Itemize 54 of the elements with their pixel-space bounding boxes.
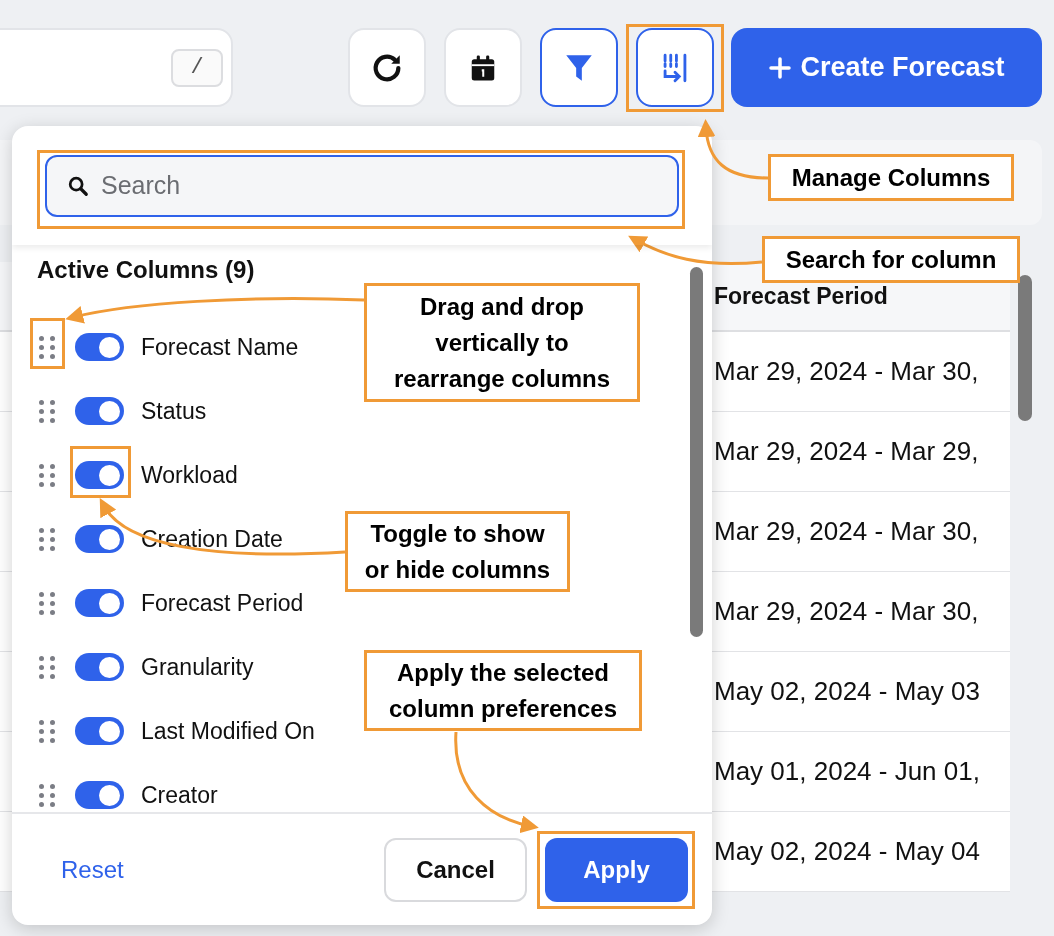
table-cell-text: May 02, 2024 - May 03 [714, 675, 980, 708]
column-label: Workload [141, 460, 238, 490]
table-cell-text: Mar 29, 2024 - Mar 30, [714, 515, 979, 548]
drag-handle-icon[interactable] [39, 655, 55, 679]
drag-handle-icon[interactable] [39, 399, 55, 423]
drag-handle-icon[interactable] [39, 463, 55, 487]
column-label: Forecast Period [141, 588, 304, 618]
plus-icon [768, 55, 793, 80]
annotation-label: Toggle to show or hide columns [345, 511, 570, 592]
toggle-switch[interactable] [75, 525, 124, 553]
column-label: Creator [141, 780, 218, 810]
calendar-button[interactable] [444, 28, 522, 107]
toggle-switch[interactable] [75, 653, 124, 681]
reset-link[interactable]: Reset [61, 851, 124, 888]
drag-handle-icon[interactable] [39, 335, 55, 359]
column-label: Status [141, 396, 207, 426]
highlight-frame [70, 446, 131, 498]
table-cell-text: Mar 29, 2024 - Mar 29, [714, 435, 979, 468]
toggle-switch[interactable] [75, 461, 124, 489]
table-cell-text: Mar 29, 2024 - Mar 30, [714, 355, 979, 388]
column-label: Granularity [141, 652, 254, 682]
filter-button[interactable] [540, 28, 618, 107]
search-field[interactable]: Search [45, 154, 679, 217]
table-cell-text: May 02, 2024 - May 04 [714, 835, 980, 868]
drag-handle-icon[interactable] [39, 719, 55, 743]
section-heading: Active Columns (9) [37, 256, 256, 284]
shortcut-key: / [171, 48, 223, 87]
create-forecast-button[interactable]: Create Forecast [731, 28, 1042, 107]
toggle-switch[interactable] [75, 589, 124, 617]
cancel-button[interactable]: Cancel [384, 837, 527, 902]
column-label: Last Modified On [141, 716, 315, 746]
toggle-switch[interactable] [75, 781, 124, 809]
annotation-label: Manage Columns [768, 154, 1014, 201]
annotation-label: Search for column [762, 236, 1020, 283]
table-cell-text: May 01, 2024 - Jun 01, [714, 755, 980, 788]
refresh-button[interactable] [348, 28, 426, 107]
toggle-switch[interactable] [75, 717, 124, 745]
toggle-switch[interactable] [75, 397, 124, 425]
drag-handle-icon[interactable] [39, 783, 55, 807]
column-header: Forecast Period [714, 281, 888, 311]
table-cell-text: Mar 29, 2024 - Mar 30, [714, 595, 979, 628]
column-label: Forecast Name [141, 332, 299, 362]
highlight-frame [30, 318, 65, 369]
search-field[interactable]: / [0, 28, 233, 107]
columns-button[interactable] [636, 28, 714, 107]
apply-button[interactable]: Apply [545, 837, 688, 902]
drag-handle-icon[interactable] [39, 591, 55, 615]
scrollbar-thumb[interactable] [690, 267, 703, 637]
drag-handle-icon[interactable] [39, 527, 55, 551]
toggle-switch[interactable] [75, 333, 124, 361]
annotation-label: Apply the selected column preferences [364, 650, 642, 731]
scrollbar-thumb[interactable] [1018, 275, 1032, 421]
annotation-label: Drag and drop vertically to rearrange columns [364, 283, 640, 402]
callout-arrow [698, 119, 769, 180]
